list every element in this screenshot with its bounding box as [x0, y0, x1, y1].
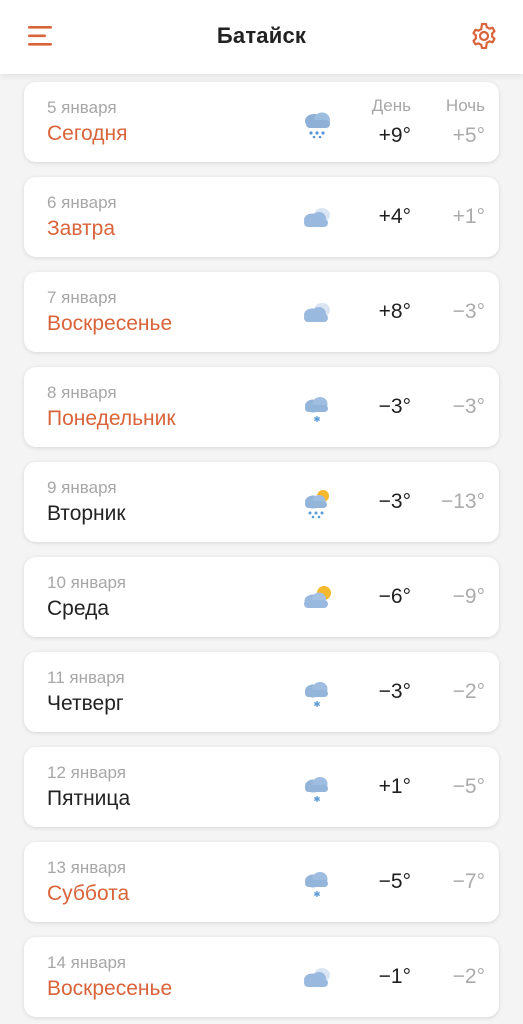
- cloud-snow-light-icon: [300, 866, 334, 900]
- day-card[interactable]: 13 января Суббота −5° −7°: [24, 842, 499, 922]
- day-temperature: +4°: [378, 205, 411, 228]
- night-temperature: −9°: [452, 585, 485, 608]
- day-temperature: −3°: [378, 680, 411, 703]
- day-name: Суббота: [47, 882, 130, 905]
- day-card[interactable]: 7 января Воскресенье +8° −3°: [24, 272, 499, 352]
- day-name: Вторник: [47, 502, 126, 525]
- day-date: 10 января: [47, 573, 126, 592]
- day-date: 11 января: [47, 668, 125, 687]
- day-name: Воскресенье: [47, 977, 173, 1000]
- overcast-icon: [300, 201, 334, 235]
- day-name: Сегодня: [47, 122, 128, 145]
- cloud-rain-icon: [300, 106, 334, 140]
- day-date: 8 января: [47, 383, 117, 402]
- day-date: 6 января: [47, 193, 117, 212]
- app-header: Батайск: [0, 0, 523, 74]
- night-temperature: −2°: [452, 680, 485, 703]
- night-temperature: −7°: [452, 870, 485, 893]
- gear-icon[interactable]: [469, 21, 499, 51]
- city-title: Батайск: [216, 23, 307, 48]
- day-name: Завтра: [47, 217, 116, 240]
- day-temperature: +8°: [378, 300, 411, 323]
- day-date: 5 января: [47, 98, 117, 117]
- partly-cloudy-icon: [300, 581, 334, 615]
- day-name: Понедельник: [47, 407, 176, 430]
- day-temperature: −3°: [378, 395, 411, 418]
- day-date: 9 января: [47, 478, 117, 497]
- night-temperature: −5°: [452, 775, 485, 798]
- day-card[interactable]: 5 января Сегодня День Ночь +9° +5°: [24, 82, 499, 162]
- night-column-label: Ночь: [445, 96, 485, 115]
- day-name: Четверг: [47, 692, 124, 715]
- day-date: 13 января: [47, 858, 126, 877]
- overcast-icon: [300, 961, 334, 995]
- sun-cloud-snow-icon: [300, 486, 334, 520]
- day-temperature: −3°: [378, 490, 411, 513]
- day-temperature: −6°: [378, 585, 411, 608]
- day-temperature: +1°: [378, 775, 411, 798]
- cloud-snow-light-icon: [300, 391, 334, 425]
- day-name: Среда: [47, 597, 109, 620]
- day-date: 12 января: [47, 763, 126, 782]
- day-name: Воскресенье: [47, 312, 173, 335]
- day-temperature: +9°: [378, 124, 411, 147]
- night-temperature: −2°: [452, 965, 485, 988]
- night-temperature: −3°: [452, 300, 485, 323]
- night-temperature: −13°: [440, 490, 485, 513]
- day-date: 14 января: [47, 953, 126, 972]
- day-temperature: −1°: [378, 965, 411, 988]
- day-column-label: День: [371, 96, 411, 115]
- night-temperature: +1°: [452, 205, 485, 228]
- day-card[interactable]: 11 января Четверг −3° −2°: [24, 652, 499, 732]
- cloud-snow-light-icon: [300, 676, 334, 710]
- cloud-snow-light-icon: [300, 771, 334, 805]
- day-card[interactable]: 12 января Пятница +1° −5°: [24, 747, 499, 827]
- day-temperature: −5°: [378, 870, 411, 893]
- day-card[interactable]: 10 января Среда −6° −9°: [24, 557, 499, 637]
- day-card[interactable]: 9 января Вторник −3° −13°: [24, 462, 499, 542]
- night-temperature: −3°: [452, 395, 485, 418]
- day-card[interactable]: 6 января Завтра +4° +1°: [24, 177, 499, 257]
- day-card[interactable]: 8 января Понедельник −3° −3°: [24, 367, 499, 447]
- day-date: 7 января: [47, 288, 117, 307]
- day-name: Пятница: [47, 787, 131, 810]
- night-temperature: +5°: [452, 124, 485, 147]
- overcast-icon: [300, 296, 334, 330]
- day-card[interactable]: 14 января Воскресенье −1° −2°: [24, 937, 499, 1017]
